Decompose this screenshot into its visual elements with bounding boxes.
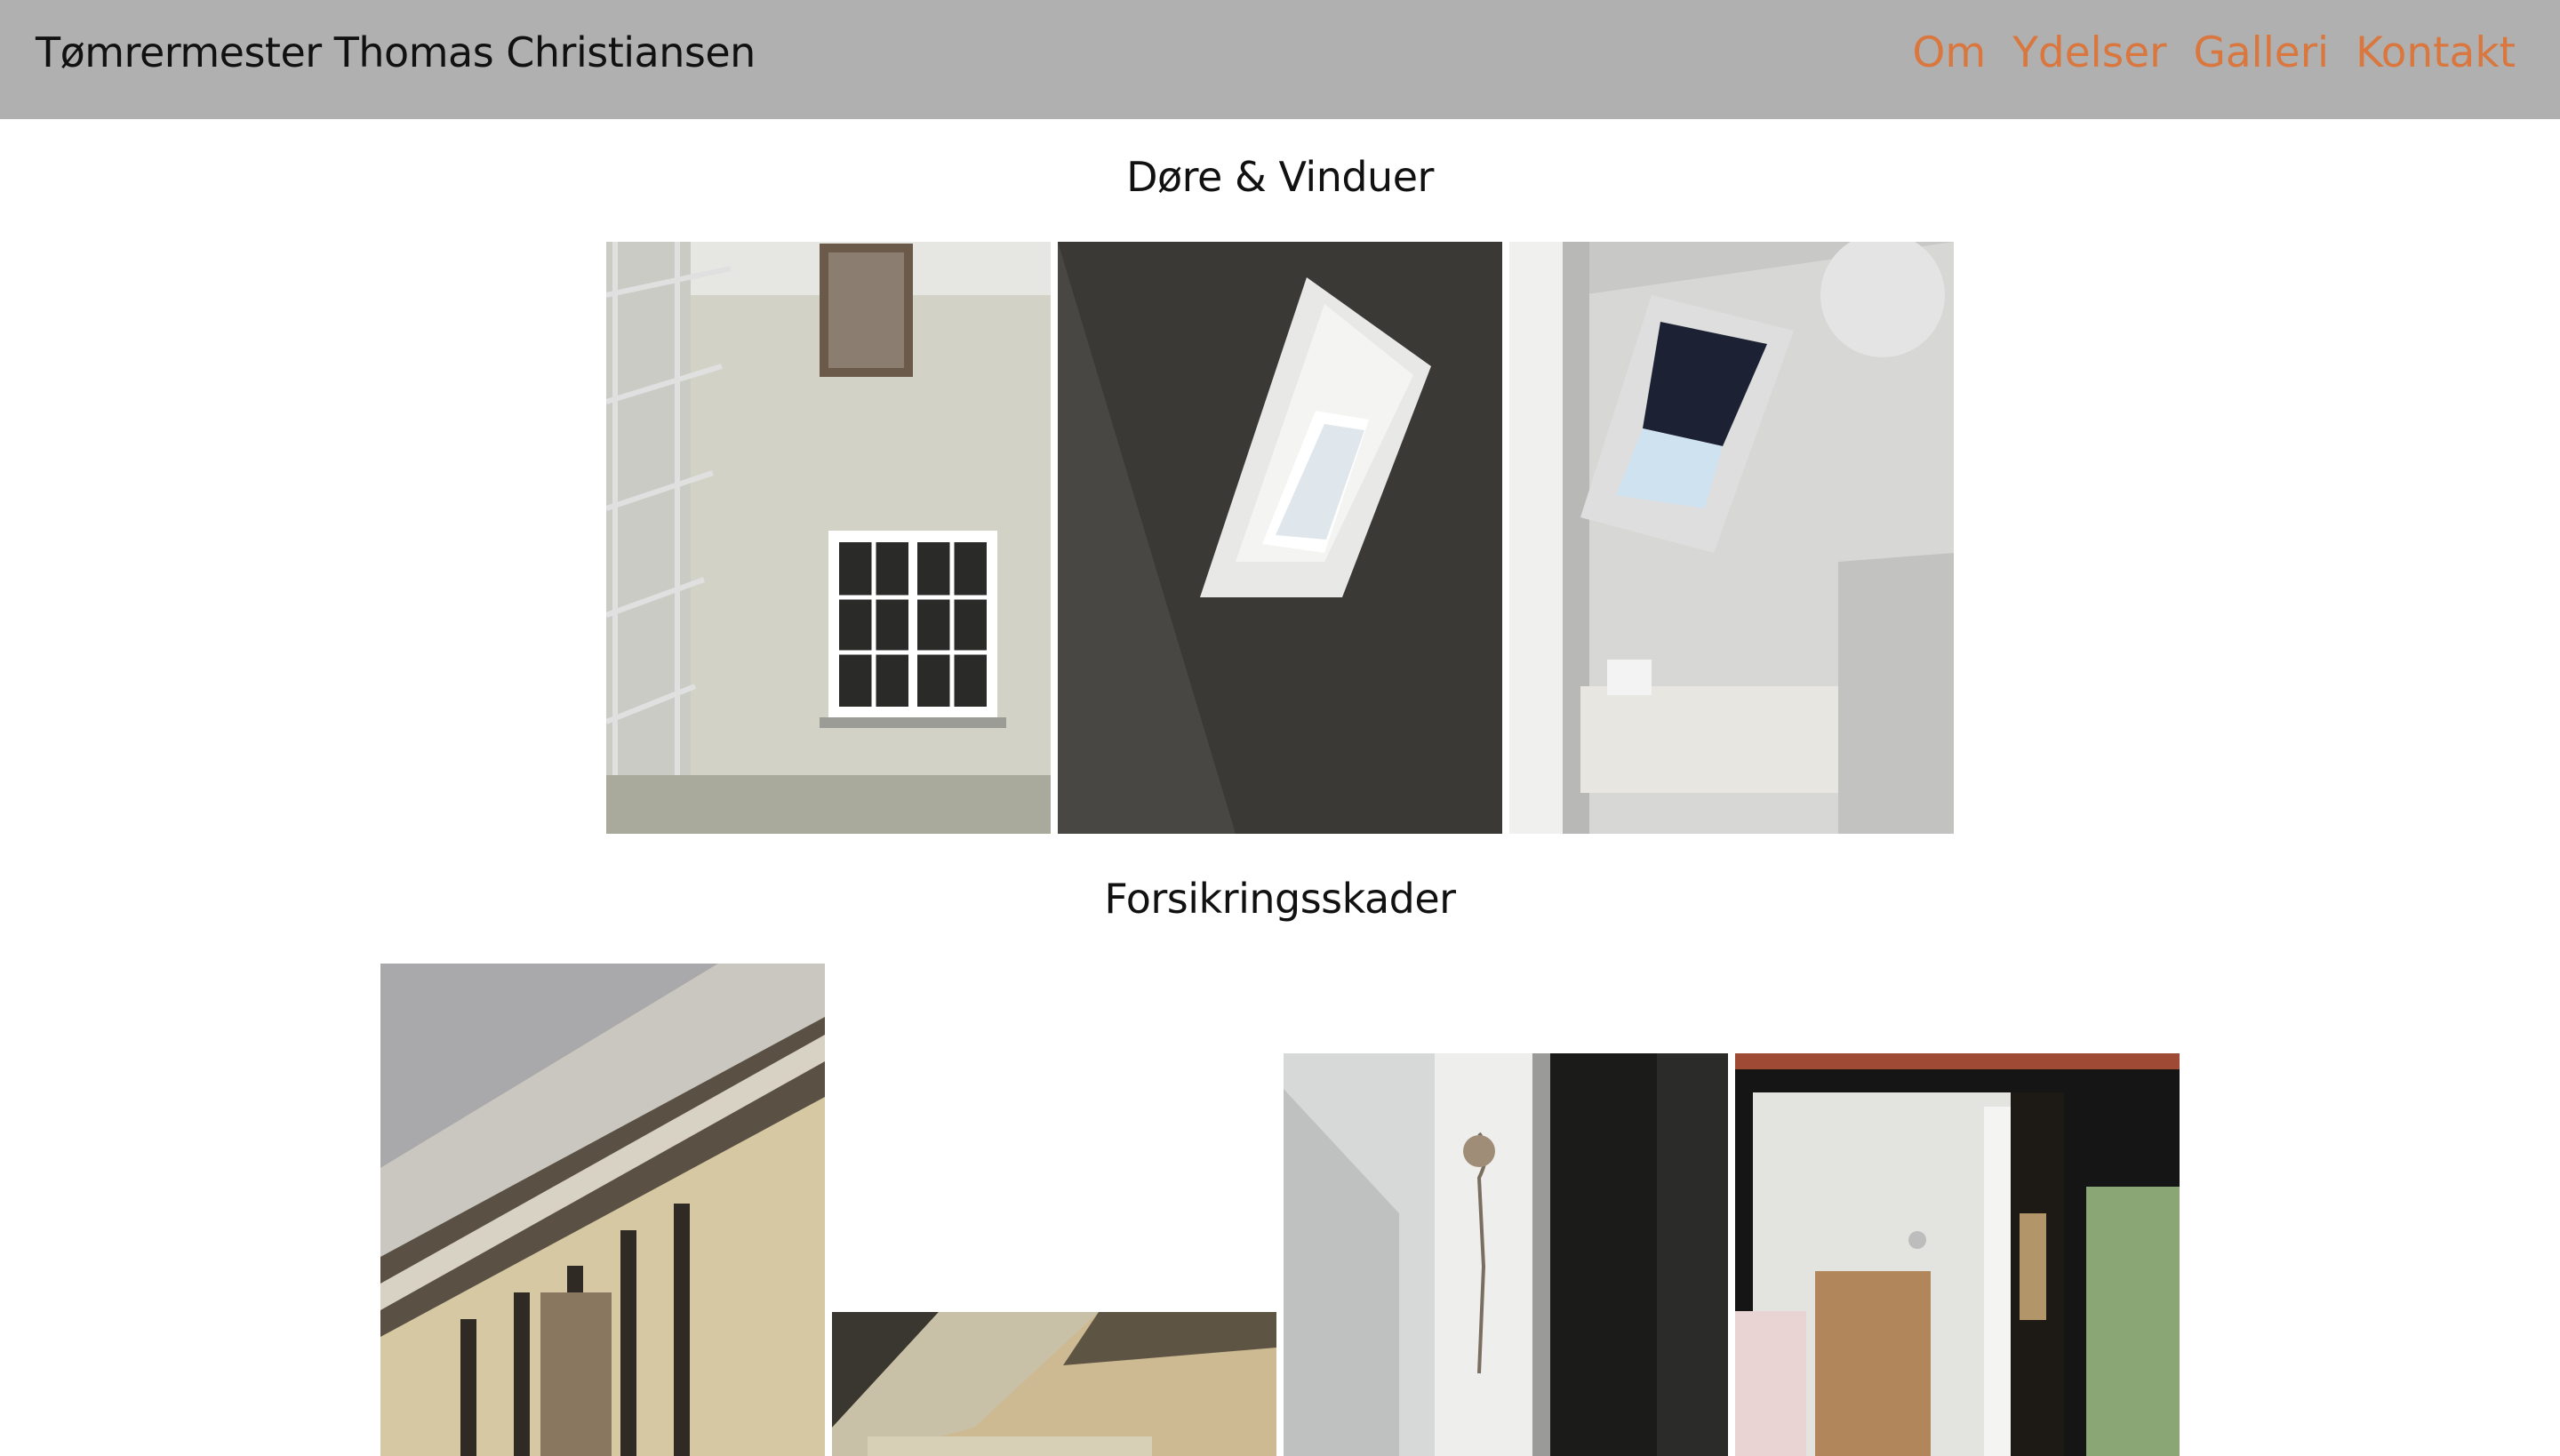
gallery-photo-skylight[interactable] bbox=[1058, 242, 1502, 834]
gallery-photo-damaged-fascia[interactable] bbox=[380, 964, 825, 1456]
nav-link-om[interactable]: Om bbox=[1912, 28, 1986, 77]
section-title-insurance-damage: Forsikringsskader bbox=[1104, 875, 1456, 923]
site-title[interactable]: Tømrermester Thomas Christiansen bbox=[36, 28, 756, 76]
gallery-photo-attic-room[interactable] bbox=[1509, 242, 1954, 834]
gallery-photo-broken-doorframe[interactable] bbox=[1284, 1053, 1728, 1456]
nav-link-ydelser[interactable]: Ydelser bbox=[2012, 28, 2166, 77]
gallery-photo-damaged-beam[interactable] bbox=[832, 1312, 1276, 1456]
gallery-photo-facade-window[interactable] bbox=[606, 242, 1051, 834]
site-header: Tømrermester Thomas Christiansen Om Ydel… bbox=[0, 0, 2560, 119]
main-nav: Om Ydelser Galleri Kontakt bbox=[1912, 28, 2516, 77]
section-title-doors-windows: Døre & Vinduer bbox=[1126, 153, 1434, 201]
gallery-photo-damaged-door[interactable] bbox=[1735, 1053, 2180, 1456]
nav-link-galleri[interactable]: Galleri bbox=[2193, 28, 2329, 77]
nav-link-kontakt[interactable]: Kontakt bbox=[2356, 28, 2516, 77]
